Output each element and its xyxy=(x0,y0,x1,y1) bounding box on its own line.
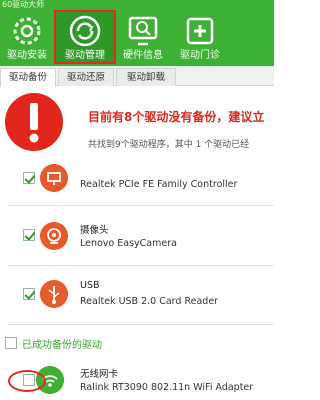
app-title: 60驱动大师 xyxy=(2,0,45,9)
tab-hardware-info[interactable]: 硬件信息 xyxy=(116,12,170,64)
driver-name: USB xyxy=(80,280,100,291)
banner-title: 目前有8个驱动没有备份，建议立 xyxy=(88,110,265,124)
tab-driver-clinic[interactable]: 驱动门诊 xyxy=(170,12,230,64)
gear-icon xyxy=(13,17,41,45)
tab-driver-install[interactable]: 驱动安装 xyxy=(0,12,54,64)
backed-section-checkbox[interactable] xyxy=(5,337,17,349)
driver-row: 摄像头 Lenovo EasyCamera xyxy=(0,216,274,268)
driver-desc: Lenovo EasyCamera xyxy=(80,238,177,249)
subtab-bar: 驱动备份 驱动还原 驱动卸载 xyxy=(0,66,274,87)
tab-driver-install-label: 驱动安装 xyxy=(7,50,47,61)
driver-row: USB Realtek USB 2.0 Card Reader xyxy=(0,274,274,326)
monitor-search-icon xyxy=(128,16,158,46)
driver-name: 摄像头 xyxy=(80,225,109,236)
clinic-plus-icon xyxy=(186,17,214,45)
tab-hardware-info-label: 硬件信息 xyxy=(123,50,163,61)
divider xyxy=(8,265,274,266)
driver-name: 无线网卡 xyxy=(80,369,119,380)
camera-icon xyxy=(40,222,68,250)
backed-section-label: 已成功备份的驱动 xyxy=(22,340,102,351)
driver-desc: Realtek PCIe FE Family Controller xyxy=(80,179,238,190)
driver-checkbox[interactable] xyxy=(23,288,35,300)
driver-checkbox[interactable] xyxy=(23,172,35,184)
backed-section-header[interactable]: 已成功备份的驱动 xyxy=(0,334,274,352)
refresh-icon xyxy=(69,15,101,47)
network-icon xyxy=(40,164,68,192)
subtab-uninstall[interactable]: 驱动卸载 xyxy=(116,68,176,86)
subtab-restore[interactable]: 驱动还原 xyxy=(58,68,114,86)
divider xyxy=(8,324,274,325)
red-highlight-circle xyxy=(8,370,46,392)
tab-driver-clinic-label: 驱动门诊 xyxy=(180,50,220,61)
tab-driver-manage[interactable]: 驱动管理 xyxy=(54,10,116,64)
banner-subtitle: 共找到9个驱动程序，其中 1 个驱动已经 xyxy=(88,140,250,150)
driver-desc: Realtek USB 2.0 Card Reader xyxy=(80,296,219,307)
tab-driver-manage-label: 驱动管理 xyxy=(65,50,105,61)
usb-icon xyxy=(40,280,68,308)
top-toolbar: 60驱动大师 驱动安装 驱动管理 硬件信息 驱动门诊 xyxy=(0,0,274,66)
driver-checkbox[interactable] xyxy=(23,229,35,241)
driver-desc: Ralink RT3090 802.11n WiFi Adapter xyxy=(80,382,254,393)
subtab-backup[interactable]: 驱动备份 xyxy=(0,68,56,87)
divider xyxy=(8,205,274,206)
warning-icon xyxy=(5,93,63,151)
